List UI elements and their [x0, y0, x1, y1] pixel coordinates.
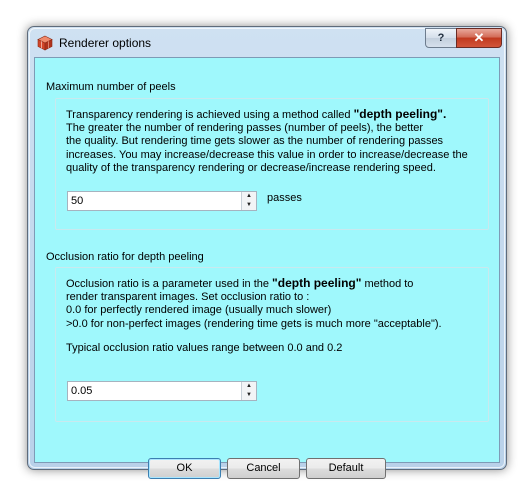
peels-value[interactable]: 50: [71, 195, 83, 207]
close-button[interactable]: ✕: [456, 28, 502, 48]
occlusion-description-line: >0.0 for non-perfect images (rendering t…: [66, 317, 442, 330]
occlusion-description-line: 0.0 for perfectly rendered image (usuall…: [66, 304, 332, 317]
spin-up-arrow-icon[interactable]: ▲: [242, 382, 256, 391]
occlusion-typical-range: Typical occlusion ratio values range bet…: [66, 342, 342, 355]
window-title: Renderer options: [59, 36, 152, 50]
peels-description-text: Transparency rendering is achieved using…: [66, 109, 354, 121]
typical-range-text: Typical occlusion ratio values range bet…: [66, 342, 343, 354]
spin-down-arrow-icon[interactable]: ▼: [242, 201, 256, 210]
dialog-client-area: Maximum number of peels Transparency ren…: [34, 57, 500, 479]
depth-peeling-emphasis: "depth peeling": [272, 276, 362, 290]
peels-description-line: Transparency rendering is achieved using…: [66, 107, 468, 122]
depth-peeling-emphasis: "depth peeling".: [353, 107, 447, 121]
ok-button[interactable]: OK: [148, 458, 221, 479]
peels-spin-arrows: ▲ ▼: [241, 192, 256, 210]
peels-description-line: the quality. But rendering time gets slo…: [66, 135, 444, 148]
occlusion-description: Occlusion ratio is a parameter used in t…: [66, 276, 442, 331]
occlusion-spin-arrows: ▲ ▼: [241, 382, 256, 400]
occlusion-line1-text: Occlusion ratio is a parameter used in t…: [66, 278, 273, 290]
peels-description: Transparency rendering is achieved using…: [66, 107, 468, 175]
passes-label: passes: [267, 192, 302, 204]
peels-description-line: quality of the transparency rendering or…: [66, 161, 436, 174]
occlusion-spinbox[interactable]: 0.05 ▲ ▼: [67, 381, 257, 401]
peels-description-line: The greater the number of rendering pass…: [66, 122, 424, 135]
peels-spinbox[interactable]: 50 ▲ ▼: [67, 191, 257, 211]
help-button[interactable]: ?: [425, 28, 457, 48]
title-bar[interactable]: Renderer options ? ✕: [28, 27, 506, 57]
occlusion-description-line: Occlusion ratio is a parameter used in t…: [66, 276, 442, 291]
spin-up-arrow-icon[interactable]: ▲: [242, 192, 256, 201]
occlusion-description-line: render transparent images. Set occlusion…: [66, 291, 310, 304]
occlusion-line1-end: method to: [361, 278, 414, 290]
peels-group-title: Maximum number of peels: [46, 81, 176, 93]
occlusion-group-title: Occlusion ratio for depth peeling: [46, 251, 204, 263]
renderer-options-dialog: Renderer options ? ✕ Maximum number of p…: [27, 26, 507, 479]
spin-down-arrow-icon[interactable]: ▼: [242, 391, 256, 400]
app-cube-icon: [37, 35, 53, 51]
default-button[interactable]: Default: [306, 458, 386, 479]
peels-description-line: increases. You may increase/decrease thi…: [66, 148, 468, 161]
cancel-button[interactable]: Cancel: [227, 458, 300, 479]
occlusion-value[interactable]: 0.05: [71, 385, 92, 397]
